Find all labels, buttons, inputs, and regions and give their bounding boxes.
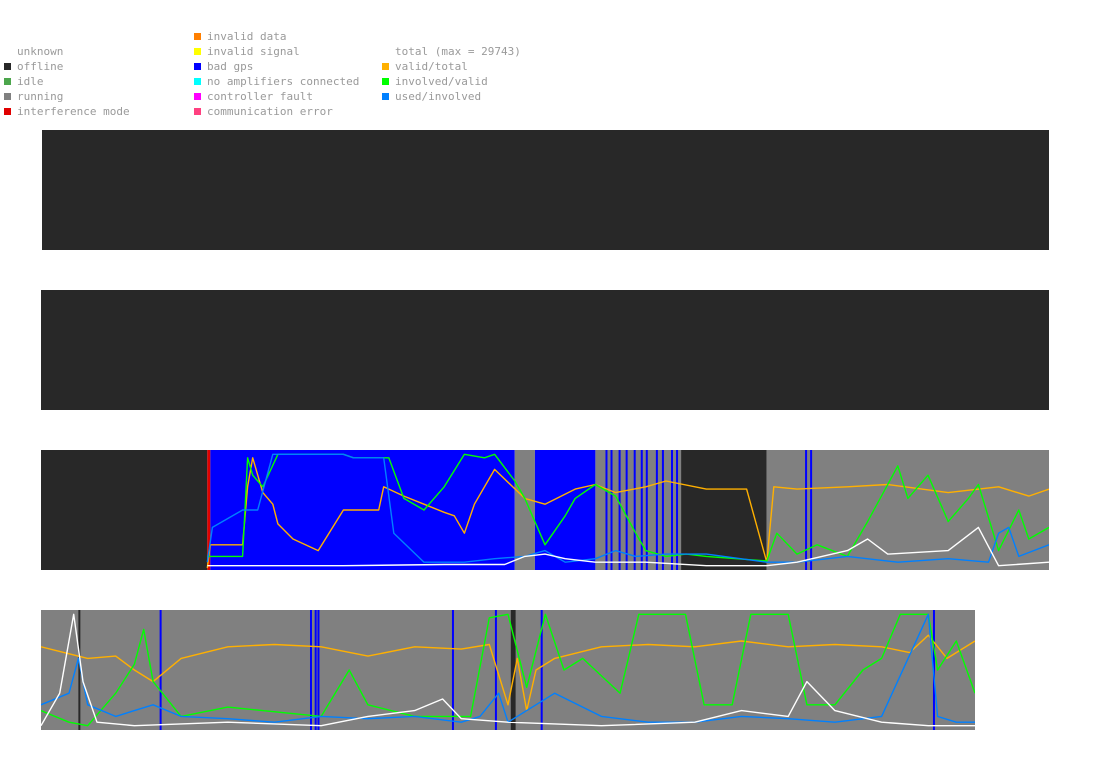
legend-item-used-involved: used/involved [382,89,521,104]
legend-swatch-running [4,93,11,100]
error-mark-bad-gps [314,610,317,730]
error-mark-bad-gps [633,450,636,570]
error-mark-bad-gps [661,450,664,570]
legend-item-communication-error: communication error [194,104,359,119]
legend-item-total: total (max = 29743) [382,44,521,59]
legend-item-running: running [4,89,130,104]
legend-swatch-invalid-signal [194,48,201,55]
legend-swatch-communication-error [194,108,201,115]
legend-swatch-bad-gps [194,63,201,70]
strip-plot [41,290,1049,410]
legend-swatch-controller-fault [194,93,201,100]
error-mark-bad-gps [625,450,628,570]
error-mark-bad-gps [805,450,808,570]
strip-plot [41,610,975,730]
legend-swatch-interference [4,108,11,115]
status-segment-running [41,610,975,730]
error-legend: invalid data invalid signal bad gps no ampl… [194,29,359,119]
legend-label: idle [17,75,44,88]
legend-label: invalid signal [207,45,300,58]
legend-swatch-unknown [4,48,11,55]
legend-item-valid-total: valid/total [382,59,521,74]
timeline-strip-3 [41,450,1049,570]
status-segment-running [766,450,1049,570]
status-segment-offline [41,290,1049,410]
legend-label: used/involved [395,90,482,103]
legend-item-unknown: unknown [4,44,130,59]
legend-label: valid/total [395,60,468,73]
legend-label: interference mode [17,105,130,118]
legend-swatch-total [382,48,389,55]
legend-item-involved-valid: involved/valid [382,74,521,89]
strip-plot [41,450,1049,570]
error-mark-bad-gps [810,450,813,570]
legend-swatch-valid-total [382,63,389,70]
legend-label: unknown [17,45,64,58]
error-mark-bad-gps [565,450,568,570]
error-mark-bad-gps [671,450,673,570]
legend-swatch-offline [4,63,11,70]
timeline-strip-4 [41,610,975,730]
legend-swatch-invalid-data [194,33,201,40]
legend-item-idle: idle [4,74,130,89]
legend-item-invalid-data: invalid data [194,29,359,44]
error-mark-bad-gps [317,610,320,730]
error-mark-bad-gps [676,450,679,570]
status-segment-running [595,450,682,570]
legend-item-interference: interference mode [4,104,130,119]
status-segment-running [514,450,535,570]
timeline-strip-1 [42,130,1049,250]
legend-swatch-involved-valid [382,78,389,85]
timeline-strip-2 [41,290,1049,410]
error-mark-bad-gps [655,450,658,570]
legend-label: communication error [207,105,333,118]
status-segment-offline [681,450,767,570]
status-segment-offline [42,130,1049,250]
error-mark-bad-gps [645,450,648,570]
error-mark-bad-gps [640,450,643,570]
legend-item-invalid-signal: invalid signal [194,44,359,59]
legend-item-bad-gps: bad gps [194,59,359,74]
legend-label: invalid data [207,30,287,43]
error-mark-bad-gps [605,450,608,570]
metrics-legend: total (max = 29743) valid/total involved/v… [382,44,521,104]
legend-label: controller fault [207,90,313,103]
legend-label: offline [17,60,64,73]
legend-label: total (max = 29743) [395,45,521,58]
legend-swatch-used-involved [382,93,389,100]
status-segment-offline [41,450,208,570]
legend-item-offline: offline [4,59,130,74]
error-mark-bad-gps [309,610,312,730]
legend-label: bad gps [207,60,254,73]
status-legend: unknown offline idle running interference mo… [4,44,130,119]
error-mark-bad-gps [451,610,454,730]
legend-label: running [17,90,64,103]
error-mark-bad-gps [571,450,574,570]
legend-label: no amplifiers connected [207,75,360,88]
legend-label: involved/valid [395,75,488,88]
strip-plot [42,130,1049,250]
legend-item-controller-fault: controller fault [194,89,359,104]
error-mark-bad-gps [159,610,162,730]
legend-swatch-idle [4,78,11,85]
legend-swatch-no-amplifiers [194,78,201,85]
legend-item-no-amplifiers: no amplifiers connected [194,74,359,89]
